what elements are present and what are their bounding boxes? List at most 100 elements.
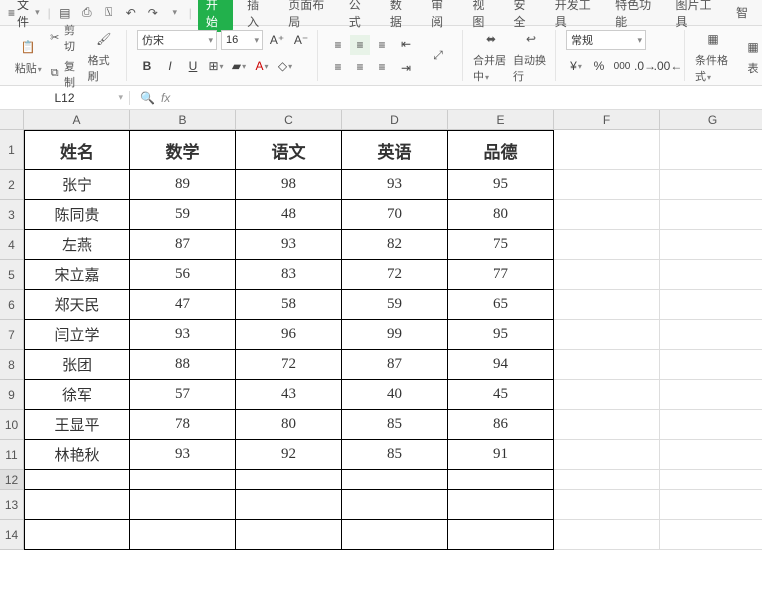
cell[interactable]	[554, 130, 660, 170]
cell[interactable]: 85	[342, 440, 448, 470]
cell[interactable]	[130, 520, 236, 550]
cell[interactable]: 品德	[448, 130, 554, 170]
orientation-button[interactable]: ⤢	[420, 45, 456, 67]
cell[interactable]: 99	[342, 320, 448, 350]
tab-data[interactable]: 数据	[382, 0, 417, 32]
cell[interactable]: 65	[448, 290, 554, 320]
redo-icon[interactable]: ↷	[145, 5, 161, 21]
file-menu[interactable]: ≡ 文件 ▾	[6, 0, 42, 30]
cell[interactable]: 77	[448, 260, 554, 290]
search-fx-icon[interactable]: 🔍	[140, 91, 155, 105]
comma-button[interactable]: 000	[612, 56, 632, 76]
cell[interactable]: 70	[342, 200, 448, 230]
column-header[interactable]: D	[342, 110, 448, 130]
row-header[interactable]: 9	[0, 380, 24, 410]
cell[interactable]: 91	[448, 440, 554, 470]
cell[interactable]: 王显平	[24, 410, 130, 440]
cell[interactable]: 96	[236, 320, 342, 350]
cell[interactable]	[554, 490, 660, 520]
border-button[interactable]: ⊞	[206, 56, 226, 76]
fx-icon[interactable]: fx	[161, 91, 170, 105]
cell[interactable]: 47	[130, 290, 236, 320]
copy-button[interactable]: ⧉复制	[48, 58, 83, 90]
cell[interactable]	[448, 470, 554, 490]
increase-decimal-button[interactable]: .0→	[635, 56, 655, 76]
cell[interactable]	[660, 230, 762, 260]
undo-icon[interactable]: ↶	[123, 5, 139, 21]
decrease-indent-button[interactable]: ⇤	[396, 34, 416, 54]
cell[interactable]: 75	[448, 230, 554, 260]
column-header[interactable]: B	[130, 110, 236, 130]
cell[interactable]	[660, 470, 762, 490]
cell[interactable]: 95	[448, 170, 554, 200]
cell[interactable]: 88	[130, 350, 236, 380]
tab-page-layout[interactable]: 页面布局	[280, 0, 334, 32]
cell[interactable]: 数学	[130, 130, 236, 170]
cell[interactable]: 98	[236, 170, 342, 200]
cell[interactable]	[236, 490, 342, 520]
cell[interactable]	[660, 410, 762, 440]
currency-button[interactable]: ¥	[566, 56, 586, 76]
align-top-button[interactable]: ≡	[328, 35, 348, 55]
tab-formula[interactable]: 公式	[341, 0, 376, 32]
conditional-format-button[interactable]: ▦ 条件格式	[695, 28, 731, 84]
cell[interactable]: 43	[236, 380, 342, 410]
cell[interactable]: 59	[342, 290, 448, 320]
decrease-decimal-button[interactable]: .00←	[658, 56, 678, 76]
tab-developer[interactable]: 开发工具	[547, 0, 601, 32]
cell[interactable]	[554, 380, 660, 410]
cell[interactable]	[236, 470, 342, 490]
tab-insert[interactable]: 插入	[239, 0, 274, 32]
preview-icon[interactable]: ⍂	[101, 5, 117, 21]
row-header[interactable]: 4	[0, 230, 24, 260]
cell[interactable]	[554, 440, 660, 470]
cell[interactable]: 左燕	[24, 230, 130, 260]
cell[interactable]: 87	[342, 350, 448, 380]
cell[interactable]	[660, 520, 762, 550]
cell[interactable]	[554, 350, 660, 380]
cell[interactable]	[342, 470, 448, 490]
cell[interactable]: 英语	[342, 130, 448, 170]
row-header[interactable]: 2	[0, 170, 24, 200]
cell[interactable]	[448, 520, 554, 550]
align-right-button[interactable]: ≡	[372, 57, 392, 77]
cell[interactable]	[660, 130, 762, 170]
cell[interactable]	[554, 200, 660, 230]
align-center-button[interactable]: ≡	[350, 57, 370, 77]
cell[interactable]: 58	[236, 290, 342, 320]
cut-button[interactable]: ✂剪切	[48, 22, 83, 54]
row-header[interactable]: 14	[0, 520, 24, 550]
chevron-down-icon[interactable]: ▾	[167, 5, 183, 21]
cell[interactable]: 姓名	[24, 130, 130, 170]
align-middle-button[interactable]: ≡	[350, 35, 370, 55]
cell[interactable]: 45	[448, 380, 554, 410]
cell[interactable]: 59	[130, 200, 236, 230]
font-color-button[interactable]: A	[252, 56, 272, 76]
cell[interactable]	[24, 470, 130, 490]
formula-input[interactable]	[180, 86, 762, 109]
underline-button[interactable]: U	[183, 56, 203, 76]
cell[interactable]: 72	[236, 350, 342, 380]
column-header[interactable]: F	[554, 110, 660, 130]
cell[interactable]: 徐军	[24, 380, 130, 410]
cell[interactable]	[660, 380, 762, 410]
cell[interactable]: 94	[448, 350, 554, 380]
cell[interactable]: 93	[236, 230, 342, 260]
font-name-select[interactable]: 仿宋	[137, 30, 217, 50]
increase-font-button[interactable]: A⁺	[267, 30, 287, 50]
cell[interactable]	[554, 290, 660, 320]
cell[interactable]	[660, 290, 762, 320]
font-size-select[interactable]: 16	[221, 30, 263, 50]
paste-button[interactable]: 📋 粘贴	[12, 36, 44, 76]
row-header[interactable]: 12	[0, 470, 24, 490]
row-header[interactable]: 13	[0, 490, 24, 520]
tab-special[interactable]: 特色功能	[607, 0, 661, 32]
format-painter-button[interactable]: 🖌 格式刷	[88, 28, 120, 84]
print-icon[interactable]: ⎙	[79, 5, 95, 21]
row-header[interactable]: 5	[0, 260, 24, 290]
tab-start[interactable]: 开始	[198, 0, 233, 32]
select-all-corner[interactable]	[0, 110, 24, 130]
cell[interactable]: 93	[130, 440, 236, 470]
percent-button[interactable]: %	[589, 56, 609, 76]
row-header[interactable]: 3	[0, 200, 24, 230]
